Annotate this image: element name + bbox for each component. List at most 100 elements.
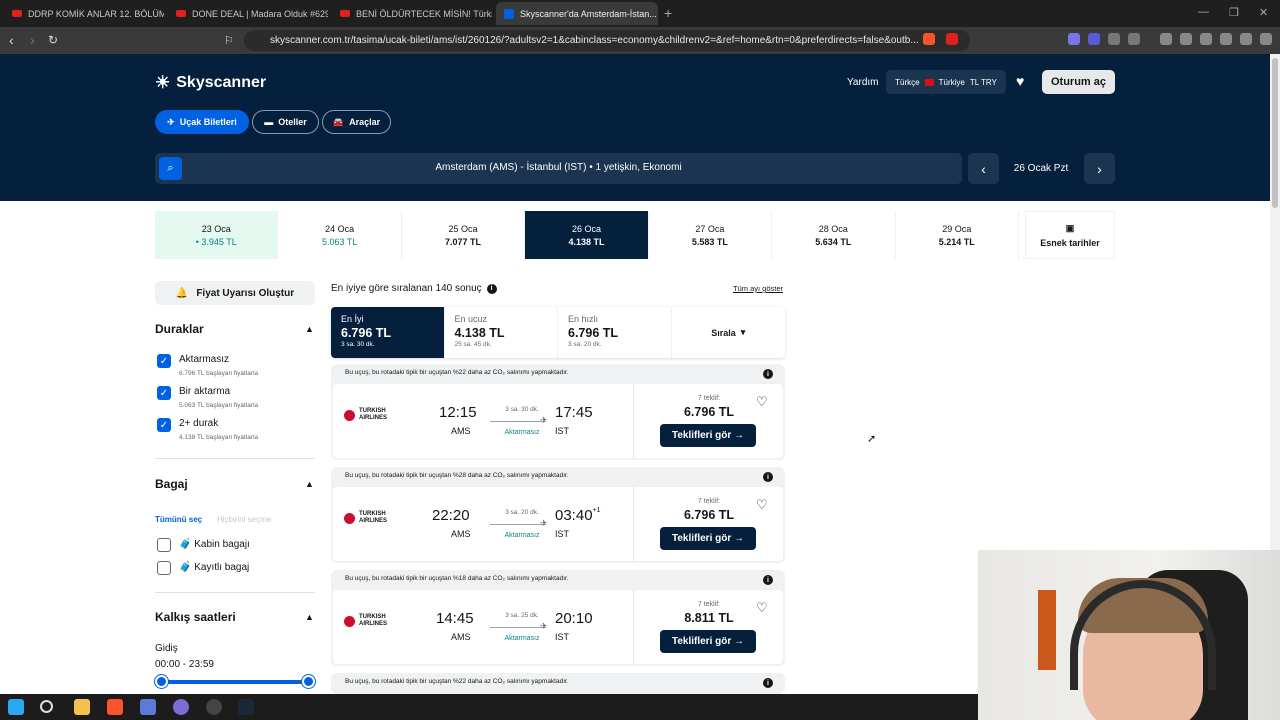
sort-tab-cheapest[interactable]: En ucuz 4.138 TL 25 sa. 45 dk. <box>445 307 558 358</box>
checked-bag-checkbox[interactable] <box>157 561 171 575</box>
tab-hotels[interactable]: ▬ Oteller <box>252 110 319 134</box>
info-icon[interactable]: i <box>763 369 773 379</box>
saved-heart-icon[interactable]: ♥ <box>1016 73 1024 89</box>
forward-icon[interactable]: › <box>30 32 35 48</box>
browser-toolbar: ‹ › ↻ ⚐ skyscanner.com.tr/tasima/ucak-bi… <box>0 27 1280 54</box>
date-option-selected[interactable]: 26 Oca 4.138 TL <box>525 211 649 259</box>
flight-card[interactable]: Bu uçuş, bu rotadaki tipik bir uçuştan %… <box>331 570 785 666</box>
vpn-icon[interactable] <box>1240 33 1252 45</box>
cabin-bag-checkbox[interactable] <box>157 538 171 552</box>
arrival-airport: IST <box>555 529 570 539</box>
media-icon[interactable] <box>1160 33 1172 45</box>
info-icon[interactable]: i <box>763 575 773 585</box>
date-option[interactable]: 29 Oca 5.214 TL <box>896 211 1019 259</box>
select-all-link[interactable]: Tümünü seç <box>155 515 202 524</box>
tab-flights[interactable]: ✈ Uçak Biletleri <box>155 110 249 134</box>
info-icon[interactable]: i <box>763 678 773 688</box>
flight-card[interactable]: Bu uçuş, bu rotadaki tipik bir uçuştan %… <box>331 364 785 460</box>
show-whole-month-link[interactable]: Tüm ayı göster <box>733 284 783 293</box>
file-explorer-icon[interactable] <box>74 699 90 715</box>
slider-handle-end[interactable] <box>302 675 315 688</box>
extensions-puzzle-icon[interactable] <box>1108 33 1120 45</box>
obs-icon[interactable] <box>206 699 222 715</box>
date-option[interactable]: 23 Oca • 3.945 TL <box>155 211 279 259</box>
menu-icon[interactable] <box>1260 33 1272 45</box>
date-option[interactable]: 25 Oca 7.077 TL <box>402 211 526 259</box>
view-deals-button[interactable]: Teklifleri gör → <box>660 630 756 653</box>
extension-icon[interactable] <box>1068 33 1080 45</box>
tab-cars[interactable]: 🚘 Araçlar <box>322 110 391 134</box>
login-button[interactable]: Oturum aç <box>1042 70 1115 94</box>
departure-times-title[interactable]: Kalkış saatleri <box>155 610 236 624</box>
browser-tab[interactable]: BENİ ÖLDÜRTECEK MİSİN! Türkiye'd... <box>332 2 492 25</box>
help-link[interactable]: Yardım <box>847 77 879 88</box>
heart-icon[interactable]: ♡ <box>756 600 768 616</box>
brave-browser-icon[interactable] <box>107 699 123 715</box>
flight-duration: 3 sa. 20 dk. <box>505 509 539 516</box>
checkbox-label: 🧳 Kayıtlı bagaj <box>179 562 250 573</box>
info-icon[interactable]: i <box>486 283 497 294</box>
browser-tab[interactable]: DONE DEAL | Madara Olduk #629 - Y... <box>168 2 328 25</box>
browser-tab-active[interactable]: Skyscanner'da Amsterdam-İstan...✕ <box>496 2 658 25</box>
extension-icon[interactable] <box>1088 33 1100 45</box>
date-option[interactable]: 24 Oca 5.063 TL <box>278 211 402 259</box>
previous-day-button[interactable]: ‹ <box>968 153 999 184</box>
next-day-button[interactable]: › <box>1084 153 1115 184</box>
reload-icon[interactable]: ↻ <box>48 33 58 47</box>
slider-handle-start[interactable] <box>155 675 168 688</box>
windows-start-icon[interactable] <box>8 699 24 715</box>
stops-nonstop-checkbox[interactable]: ✓ <box>157 354 171 368</box>
app-icon[interactable] <box>140 699 156 715</box>
date-option[interactable]: 27 Oca 5.583 TL <box>649 211 773 259</box>
flexible-dates-button[interactable]: ▣ Esnek tarihler <box>1025 211 1115 259</box>
leo-ai-icon[interactable] <box>1220 33 1232 45</box>
address-bar[interactable]: skyscanner.com.tr/tasima/ucak-bileti/ams… <box>244 30 970 51</box>
flight-card[interactable]: Bu uçuş, bu rotadaki tipik bir uçuştan %… <box>331 673 785 694</box>
sort-tab-fastest[interactable]: En hızlı 6.796 TL 3 sa. 20 dk. <box>558 307 672 358</box>
sidebar-icon[interactable] <box>1180 33 1192 45</box>
bookmark-icon[interactable]: ⚐ <box>224 34 234 47</box>
steam-icon[interactable] <box>238 699 254 715</box>
search-summary-bar[interactable]: ⌕ Amsterdam (AMS) - İstanbul (IST) • 1 y… <box>155 153 962 184</box>
brave-rewards-icon[interactable] <box>946 33 958 45</box>
stops-two-plus-checkbox[interactable]: ✓ <box>157 418 171 432</box>
minimize-icon[interactable]: — <box>1198 6 1209 18</box>
airline-logo: TURKISH AIRLINES <box>344 408 399 422</box>
flight-card[interactable]: Bu uçuş, bu rotadaki tipik bir uçuştan %… <box>331 467 785 563</box>
sort-tab-best[interactable]: En İyi 6.796 TL 3 sa. 30 dk. <box>331 307 445 358</box>
scrollbar-thumb[interactable] <box>1272 58 1278 208</box>
chevron-up-icon[interactable]: ▲ <box>305 479 314 489</box>
discord-icon[interactable] <box>173 699 189 715</box>
wallet-icon[interactable] <box>1200 33 1212 45</box>
extension-icon[interactable] <box>1128 33 1140 45</box>
restore-icon[interactable]: ❐ <box>1229 6 1239 19</box>
date-option[interactable]: 28 Oca 5.634 TL <box>772 211 896 259</box>
locale-selector[interactable]: Türkçe Türkiye TL TRY <box>886 70 1006 94</box>
chevron-up-icon[interactable]: ▲ <box>305 324 314 334</box>
price-alert-button[interactable]: 🔔 Fiyat Uyarısı Oluştur <box>155 281 315 305</box>
checkbox-label: 🧳 Kabin bagajı <box>179 539 250 550</box>
close-window-icon[interactable]: ✕ <box>1259 6 1268 19</box>
new-tab-icon[interactable]: + <box>664 5 672 21</box>
selected-date-label[interactable]: 26 Ocak Pzt <box>1005 163 1077 174</box>
stops-section-title[interactable]: Duraklar <box>155 322 204 336</box>
baggage-section-title[interactable]: Bagaj <box>155 477 188 491</box>
view-deals-button[interactable]: Teklifleri gör → <box>660 527 756 550</box>
info-icon[interactable]: i <box>763 472 773 482</box>
search-icon[interactable] <box>40 700 53 713</box>
turkish-airlines-icon <box>344 409 355 421</box>
browser-tab[interactable]: DDRP KOMİK ANLAR 12. BÖLÜM VE... <box>4 2 164 25</box>
arrival-airport: IST <box>555 426 570 436</box>
departure-time-slider[interactable] <box>161 680 309 684</box>
heart-icon[interactable]: ♡ <box>756 394 768 410</box>
chevron-up-icon[interactable]: ▲ <box>305 612 314 622</box>
brave-shield-icon[interactable] <box>923 33 935 45</box>
back-icon[interactable]: ‹ <box>9 32 14 48</box>
skyscanner-logo[interactable]: ☀ Skyscanner <box>155 73 266 93</box>
sort-dropdown[interactable]: Sırala ▾ <box>672 307 786 358</box>
heart-icon[interactable]: ♡ <box>756 497 768 513</box>
view-deals-button[interactable]: Teklifleri gör → <box>660 424 756 447</box>
route-line <box>490 524 546 525</box>
stops-one-checkbox[interactable]: ✓ <box>157 386 171 400</box>
checkbox-sublabel: 5.063 TL başlayan fiyatlarla <box>179 402 259 409</box>
